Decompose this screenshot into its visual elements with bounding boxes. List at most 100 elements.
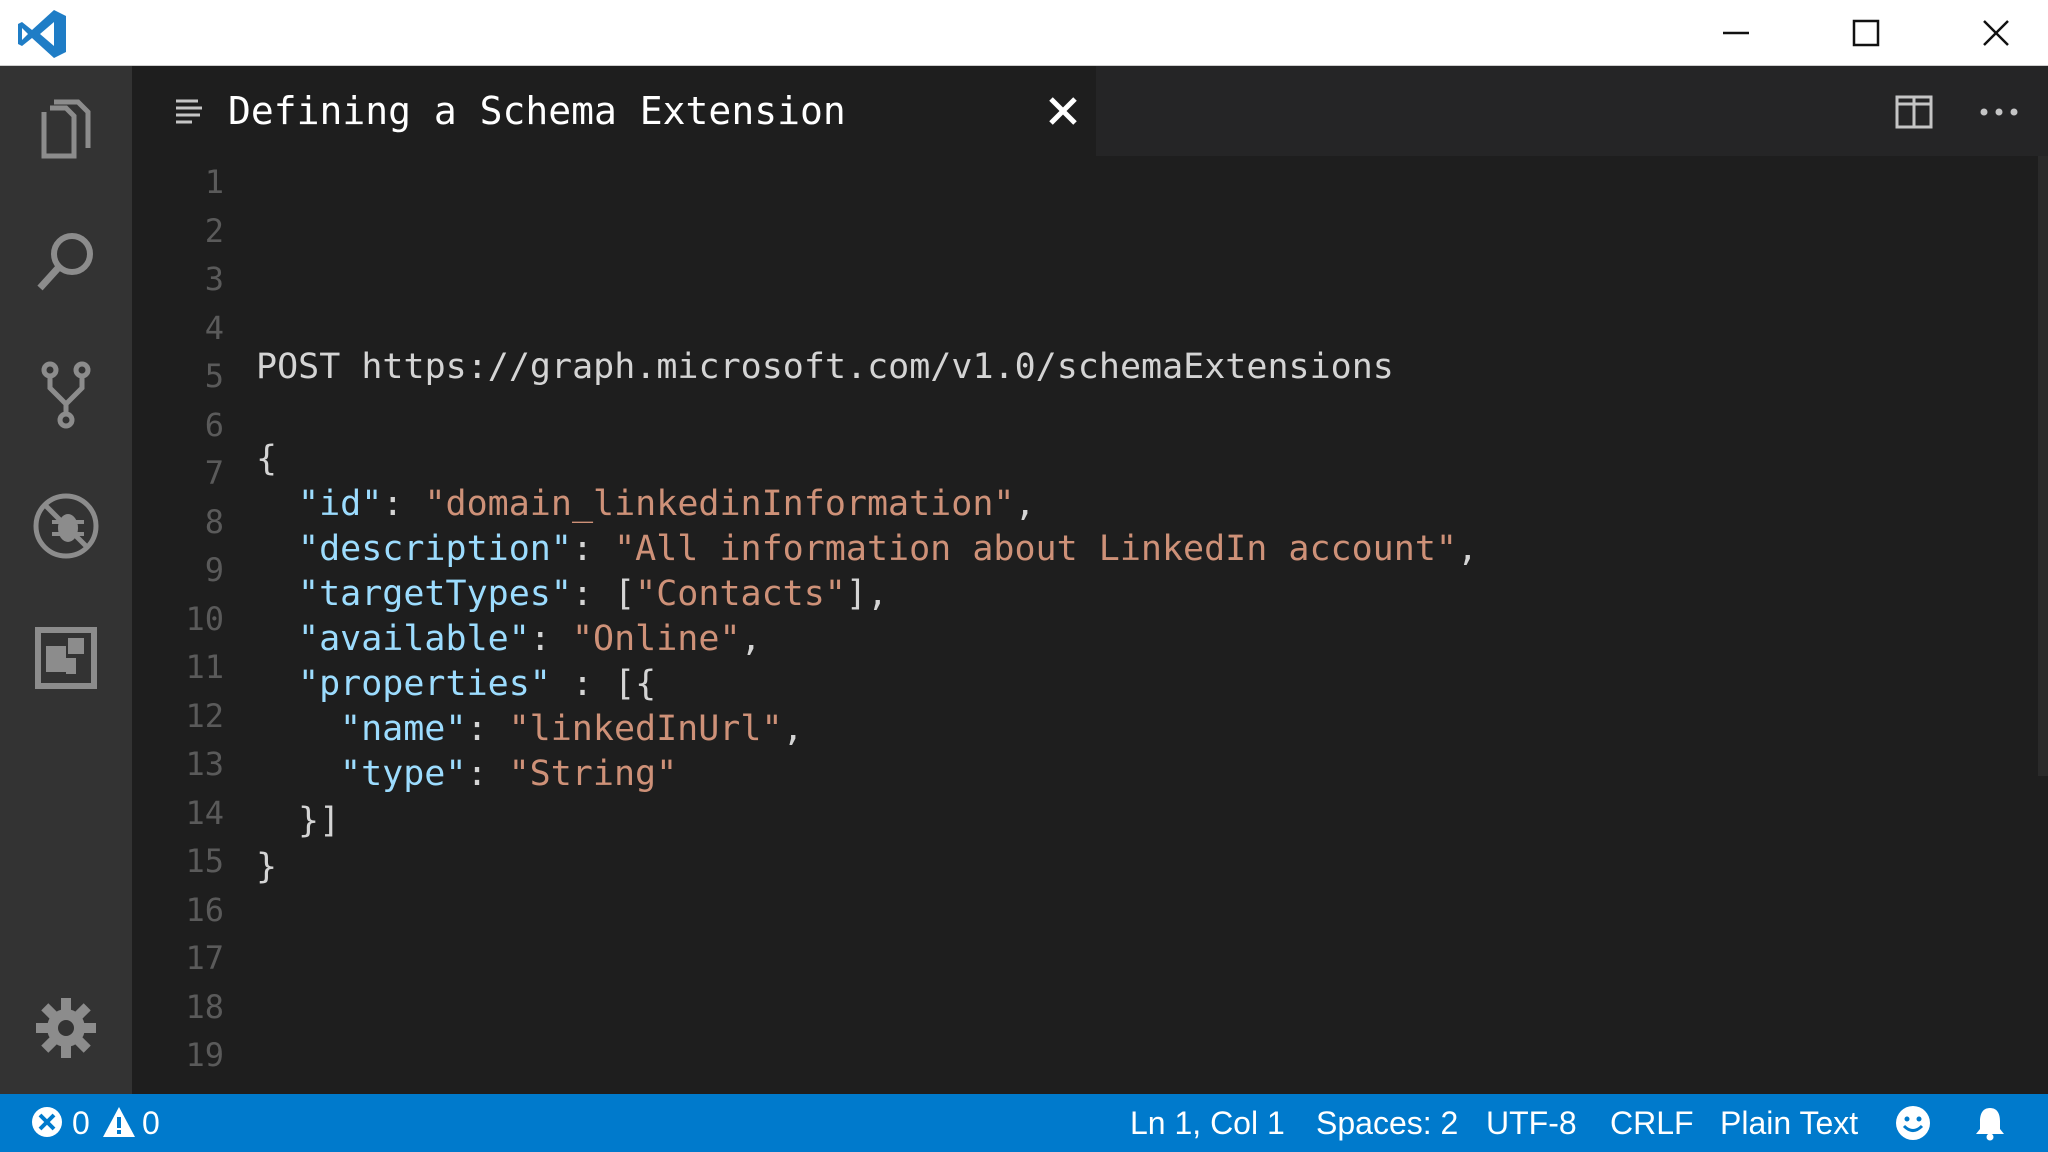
code-text: { bbox=[256, 439, 278, 479]
notifications-bell-icon[interactable] bbox=[1972, 1105, 2008, 1141]
close-window-button[interactable] bbox=[1932, 0, 2048, 66]
split-editor-icon[interactable] bbox=[1894, 92, 1934, 132]
json-punctuation: , bbox=[782, 709, 804, 749]
vertical-scrollbar[interactable] bbox=[2038, 156, 2048, 776]
line-number: 16 bbox=[185, 890, 224, 929]
maximize-button[interactable] bbox=[1802, 0, 1930, 66]
language-mode[interactable]: Plain Text bbox=[1720, 1094, 1858, 1152]
tab-title: Defining a Schema Extension bbox=[228, 89, 846, 133]
minimize-icon bbox=[1723, 31, 1749, 35]
title-bar bbox=[0, 0, 2048, 66]
cursor-position[interactable]: Ln 1, Col 1 bbox=[1130, 1094, 1285, 1152]
warning-icon[interactable] bbox=[102, 1105, 136, 1139]
activity-bar bbox=[0, 66, 132, 1094]
json-punctuation: : [ bbox=[571, 574, 636, 614]
vscode-logo-icon bbox=[18, 10, 66, 58]
status-bar: 0 0 Ln 1, Col 1 Spaces: 2 UTF-8 CRLF Pla… bbox=[0, 1094, 2048, 1152]
json-punctuation: , bbox=[1014, 484, 1036, 524]
source-control-button[interactable] bbox=[22, 350, 110, 438]
json-string-value: "String" bbox=[508, 754, 678, 794]
line-number: 4 bbox=[204, 308, 224, 347]
code-line: }] bbox=[298, 798, 340, 844]
line-number: 18 bbox=[185, 987, 224, 1026]
code-line: { bbox=[256, 436, 277, 482]
line-number: 5 bbox=[204, 357, 224, 395]
code-line: "properties" : [{ bbox=[298, 661, 656, 707]
line-number: 9 bbox=[204, 551, 224, 589]
line-number: 15 bbox=[185, 842, 224, 880]
debug-button[interactable] bbox=[22, 482, 110, 570]
json-string-value: "Contacts" bbox=[635, 574, 846, 614]
code-text: }] bbox=[298, 801, 341, 841]
explorer-icon bbox=[41, 99, 91, 159]
search-icon bbox=[37, 233, 93, 291]
maximize-icon bbox=[1852, 19, 1880, 47]
line-number: 19 bbox=[185, 1036, 224, 1074]
code-line: "description": "All information about Li… bbox=[298, 526, 1478, 572]
json-string-value: "domain_linkedinInformation" bbox=[424, 484, 1015, 524]
line-number: 11 bbox=[185, 648, 224, 686]
search-button[interactable] bbox=[22, 218, 110, 306]
code-line: "available": "Online", bbox=[298, 616, 762, 662]
json-string-value: "Online" bbox=[571, 619, 741, 659]
json-punctuation: : [{ bbox=[550, 664, 657, 704]
line-number: 14 bbox=[185, 793, 224, 832]
editor-tab[interactable]: Defining a Schema Extension bbox=[132, 66, 1096, 156]
json-punctuation: ], bbox=[845, 574, 889, 614]
file-lines-icon bbox=[176, 99, 202, 124]
json-punctuation: : bbox=[466, 709, 509, 749]
line-number: 8 bbox=[204, 502, 224, 541]
feedback-smiley-icon[interactable] bbox=[1894, 1104, 1932, 1142]
code-line: "name": "linkedInUrl", bbox=[340, 706, 804, 752]
close-icon bbox=[1983, 20, 2009, 46]
code-line: "id": "domain_linkedinInformation", bbox=[298, 481, 1036, 527]
json-punctuation: , bbox=[740, 619, 762, 659]
line-number: 3 bbox=[204, 260, 224, 298]
indentation-setting[interactable]: Spaces: 2 bbox=[1316, 1094, 1458, 1152]
json-punctuation: : bbox=[529, 619, 572, 659]
line-number: 12 bbox=[185, 696, 224, 735]
json-key: "name" bbox=[340, 709, 467, 749]
json-key: "targetTypes" bbox=[298, 574, 572, 614]
code-line: } bbox=[256, 844, 277, 890]
json-string-value: "linkedInUrl" bbox=[508, 709, 783, 749]
tab-close-icon[interactable] bbox=[1046, 94, 1080, 128]
json-punctuation: : bbox=[382, 484, 425, 524]
json-punctuation: : bbox=[466, 754, 509, 794]
code-line: "targetTypes": ["Contacts"], bbox=[298, 571, 888, 617]
error-count[interactable]: 0 bbox=[72, 1094, 90, 1152]
line-number: 7 bbox=[204, 454, 224, 492]
code-line: "type": "String" bbox=[340, 751, 677, 797]
line-number: 1 bbox=[204, 163, 224, 201]
editor-area[interactable]: 1 2 3 4 5 6 7 8 9 10 11 12 13 14 15 16 17 18 19 POST https… bbox=[132, 156, 2048, 1094]
tab-bar: Defining a Schema Extension bbox=[132, 66, 2048, 156]
json-punctuation: : bbox=[571, 529, 615, 569]
error-icon[interactable] bbox=[30, 1105, 64, 1139]
warning-count[interactable]: 0 bbox=[142, 1094, 160, 1152]
json-key: "description" bbox=[298, 529, 572, 569]
minimize-button[interactable] bbox=[1672, 0, 1800, 66]
settings-button[interactable] bbox=[22, 984, 110, 1072]
line-ending-setting[interactable]: CRLF bbox=[1610, 1094, 1694, 1152]
code-line: POST https://graph.microsoft.com/v1.0/sc… bbox=[256, 344, 1394, 390]
code-text: POST https://graph.microsoft.com/v1.0/sc… bbox=[256, 347, 1394, 387]
more-actions-icon[interactable] bbox=[1978, 92, 2020, 132]
json-punctuation: , bbox=[1456, 529, 1479, 569]
extensions-button[interactable] bbox=[22, 614, 110, 702]
json-string-value: "All information about LinkedIn account" bbox=[614, 529, 1457, 569]
line-number: 2 bbox=[204, 211, 224, 250]
encoding-setting[interactable]: UTF-8 bbox=[1486, 1094, 1577, 1152]
extensions-icon bbox=[35, 627, 97, 689]
line-number: 10 bbox=[185, 599, 224, 638]
json-key: "id" bbox=[298, 484, 383, 524]
json-key: "type" bbox=[340, 754, 467, 794]
source-control-icon bbox=[41, 361, 91, 429]
line-number: 6 bbox=[204, 405, 224, 444]
explorer-button[interactable] bbox=[22, 86, 110, 174]
line-number: 13 bbox=[185, 745, 224, 783]
debug-icon bbox=[33, 493, 99, 559]
json-key: "properties" bbox=[298, 664, 551, 704]
line-number: 17 bbox=[185, 939, 224, 977]
gear-icon bbox=[36, 998, 96, 1058]
code-text: } bbox=[256, 847, 278, 887]
